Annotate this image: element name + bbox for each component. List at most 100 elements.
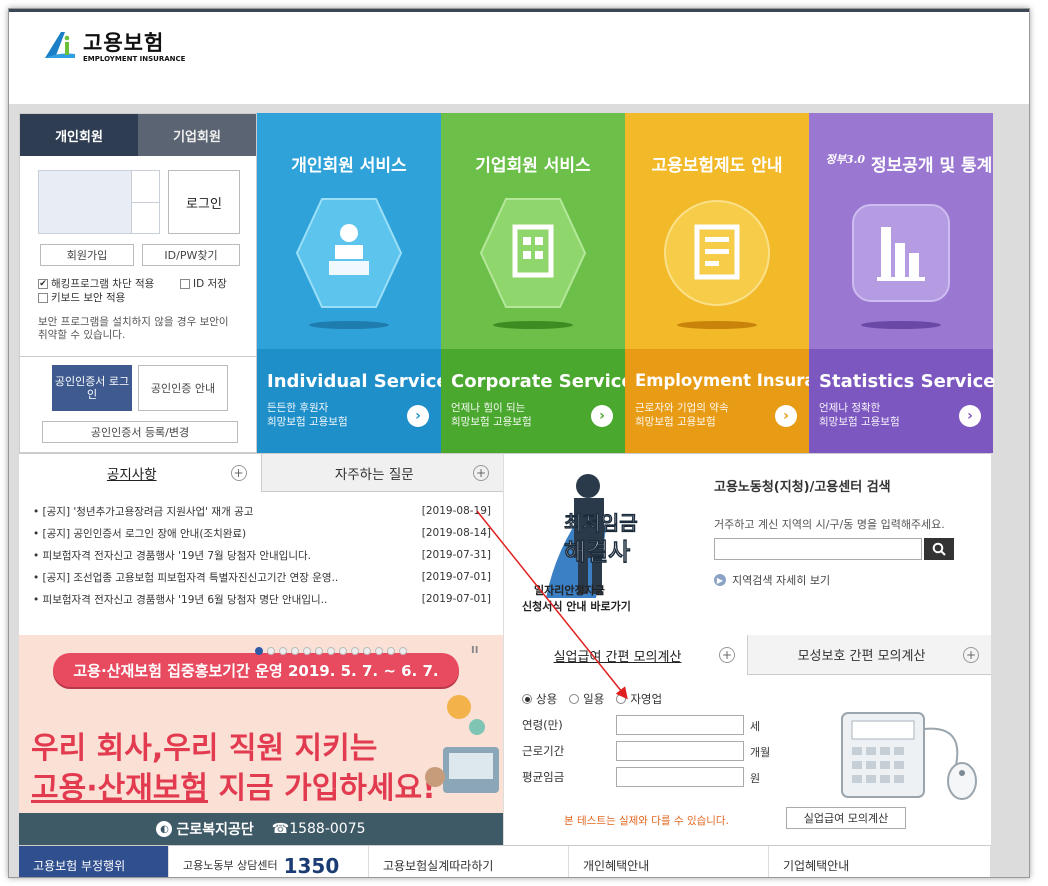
find-id-pw-button[interactable]: ID/PW찾기: [142, 244, 240, 266]
list-item[interactable]: • 피보험자격 전자신고 경품행사 '19년 6월 당첨자 명단 안내입니..[…: [33, 588, 491, 610]
tab-notice[interactable]: 공지사항 +: [19, 454, 261, 492]
anti-hacking-checkbox[interactable]: ✔ 해킹프로그램 차단 적용: [38, 276, 154, 291]
employment-type-radios: 상용 일용 자영업: [522, 691, 662, 707]
carousel-dot[interactable]: [363, 647, 371, 655]
tile-title: 고용보험제도 안내: [651, 156, 783, 176]
wage-fig-text2: 해결사: [564, 538, 630, 566]
logo-subtitle: EMPLOYMENT INSURANCE: [83, 55, 186, 63]
tab-corporate-member[interactable]: 기업회원: [138, 114, 256, 156]
work-period-input[interactable]: [616, 741, 744, 761]
office-search-desc: 거주하고 계신 지역의 시/구/동 명을 입력해주세요.: [714, 518, 945, 531]
carousel-dot[interactable]: [291, 647, 299, 655]
keyboard-security-checkbox[interactable]: 키보드 보안 적용: [38, 290, 125, 305]
plus-icon[interactable]: +: [473, 464, 489, 481]
carousel-dot[interactable]: [303, 647, 311, 655]
tab-maternity-calc[interactable]: 모성보호 간편 모의계산 +: [747, 635, 991, 675]
average-wage-unit: 원: [750, 772, 761, 785]
calc-disclaimer: 본 테스트는 실제와 다를 수 있습니다.: [564, 815, 729, 827]
header: 고용보험 EMPLOYMENT INSURANCE: [9, 9, 1029, 105]
wage-caption-2[interactable]: 신청서식 안내 바로가기: [522, 598, 631, 614]
tab-personal-member[interactable]: 개인회원: [20, 114, 138, 156]
office-search-title: 고용노동청(지청)/고용센터 검색: [714, 480, 891, 495]
tile-title: 기업회원 서비스: [475, 156, 591, 176]
site-logo[interactable]: 고용보험 EMPLOYMENT INSURANCE: [41, 27, 185, 63]
work-period-label: 근로기간: [522, 744, 565, 758]
personal-benefits-link[interactable]: 개인혜택안내: [569, 846, 769, 877]
tile-bottom: Individual Service 든든한 후원자 희망보험 고용보험 ›: [257, 349, 449, 453]
unemployment-calc-button[interactable]: 실업급여 모의계산: [786, 807, 906, 829]
tab-faq[interactable]: 자주하는 질문 +: [260, 454, 503, 492]
bar-chart-icon: [847, 197, 955, 309]
cert-login-button[interactable]: 공인인증서 로그인: [52, 365, 132, 411]
promo-footer: ◐ 근로복지공단 ☎1588-0075: [19, 813, 503, 845]
cert-register-button[interactable]: 공인인증서 등록/변경: [42, 421, 238, 443]
chevron-right-icon[interactable]: ›: [591, 405, 613, 427]
id-password-input[interactable]: [38, 170, 160, 234]
carousel-dot[interactable]: [399, 647, 407, 655]
carousel-dot[interactable]: [387, 647, 395, 655]
save-id-checkbox[interactable]: ID 저장: [180, 276, 227, 291]
calculator-icon: [836, 709, 986, 801]
list-item[interactable]: • 피보험자격 전자신고 경품행사 '19년 7월 당첨자 안내입니다. [201…: [33, 544, 491, 566]
signup-button[interactable]: 회원가입: [40, 244, 134, 266]
age-label: 연령(만): [522, 718, 563, 732]
plus-icon[interactable]: +: [719, 647, 735, 663]
tile-statistics-service[interactable]: 정부3.0 정보공개 및 통계 Statistics Service 언제나 정…: [809, 113, 996, 453]
tile-bottom: Statistics Service 언제나 정확한 희망보험 고용보험 ›: [809, 349, 996, 453]
person-icon: [295, 197, 403, 309]
tile-individual-service[interactable]: 개인회원 서비스 Individual Service 든든한 후원자 희망보험 …: [257, 113, 449, 453]
tile-title: 정보공개 및 통계: [870, 156, 993, 176]
carousel-dot[interactable]: [315, 647, 323, 655]
carousel-dot[interactable]: [339, 647, 347, 655]
chevron-right-icon[interactable]: ›: [775, 405, 797, 427]
search-icon[interactable]: [924, 538, 954, 560]
plus-icon[interactable]: +: [963, 646, 979, 663]
radio-regular[interactable]: 상용: [522, 691, 557, 707]
carousel-dot[interactable]: [327, 647, 335, 655]
login-button[interactable]: 로그인: [168, 170, 240, 234]
average-wage-input[interactable]: [616, 767, 744, 787]
corporate-benefits-link[interactable]: 기업혜택안내: [769, 846, 991, 877]
list-item[interactable]: • [공지] 조선업종 고용보험 피보험자격 특별자진신고기간 연장 운영..[…: [33, 566, 491, 588]
list-item[interactable]: • [공지] 공인인증서 로그인 장애 안내(조치완료) [2019-08-14]: [33, 522, 491, 544]
fraud-report-link[interactable]: 고용보험 부정행위: [19, 846, 169, 877]
age-unit: 세: [750, 720, 761, 733]
insurance-guide-link[interactable]: 고용보험실계따라하기: [369, 846, 569, 877]
promo-pill: 고용·산재보험 집중홍보기간 운영 2019. 5. 7. ~ 6. 7.: [53, 653, 459, 687]
kcomwel-logo-icon: ◐: [156, 821, 173, 837]
promo-banner[interactable]: 고용·산재보험 집중홍보기간 운영 2019. 5. 7. ~ 6. 7. II…: [19, 635, 503, 845]
radio-self-employed[interactable]: 자영업: [616, 691, 662, 707]
plus-icon[interactable]: +: [230, 465, 247, 481]
average-wage-label: 평균임금: [522, 770, 565, 784]
building-icon: [479, 197, 587, 309]
carousel-dot[interactable]: [279, 647, 287, 655]
login-panel: 개인회원 기업회원 로그인 회원가입 ID/PW찾기 ✔ 해킹프로그램 차단 적용…: [19, 113, 257, 453]
carousel-dot[interactable]: [375, 647, 383, 655]
region-search-more-link[interactable]: ▶ 지역검색 자세히 보기: [714, 572, 830, 588]
logo-mark-icon: [41, 28, 77, 62]
pause-icon[interactable]: II: [471, 645, 478, 656]
work-period-unit: 개월: [750, 746, 771, 759]
promo-headline-1: 우리 회사,우리 직원 지키는: [31, 731, 378, 766]
cert-guide-button[interactable]: 공인인증 안내: [138, 365, 228, 411]
chevron-right-icon[interactable]: ›: [959, 405, 981, 427]
chevron-right-icon[interactable]: ›: [407, 405, 429, 427]
office-search-input[interactable]: [714, 538, 922, 560]
carousel-dot[interactable]: [255, 647, 263, 655]
tile-corporate-service[interactable]: 기업회원 서비스 Corporate Service 언제나 힘이 되는 희망보험…: [441, 113, 634, 453]
consult-center-link[interactable]: 고용노동부 상담센터 1350: [169, 846, 369, 877]
tile-en-title: Individual Service: [267, 371, 449, 392]
tile-employment-insurance[interactable]: 고용보험제도 안내 Employment Insurance 근로자와 기업의 …: [625, 113, 848, 453]
carousel-dot[interactable]: [351, 647, 359, 655]
logo-title: 고용보험: [83, 31, 165, 55]
carousel-dot[interactable]: [267, 647, 275, 655]
radio-daily[interactable]: 일용: [569, 691, 604, 707]
age-input[interactable]: [616, 715, 744, 735]
tile-en-title: Statistics Service: [819, 371, 996, 392]
list-item[interactable]: • [공지] '청년추가고용장려금 지원사업' 재개 공고 [2019-08-19…: [33, 500, 491, 522]
tab-unemployment-calc[interactable]: 실업급여 간편 모의계산 +: [504, 635, 747, 675]
wage-caption-1: 일자리안정자금: [534, 584, 605, 597]
wage-search-panel: 최저임금 해결사 일자리안정자금 신청서식 안내 바로가기 고용노동청(지청)/…: [503, 453, 991, 635]
main-content: 개인회원 기업회원 로그인 회원가입 ID/PW찾기 ✔ 해킹프로그램 차단 적용…: [9, 105, 1029, 877]
carousel-dots[interactable]: [255, 647, 407, 655]
